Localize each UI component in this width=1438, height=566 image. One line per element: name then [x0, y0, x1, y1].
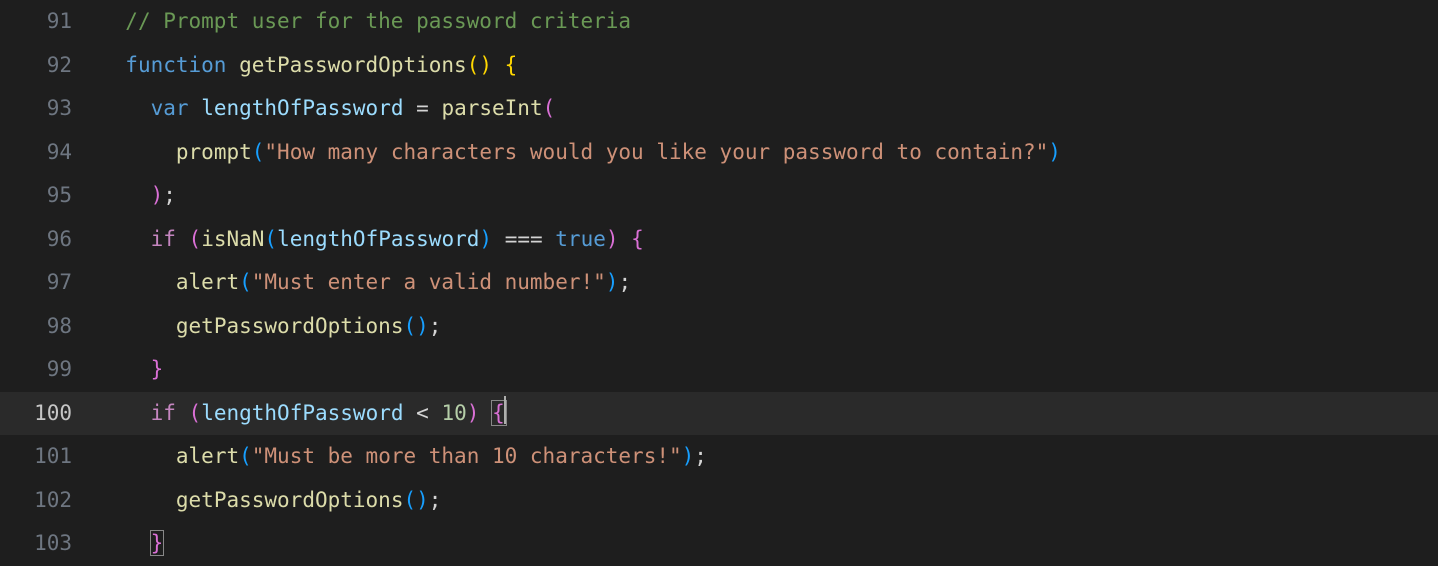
code-token: [619, 227, 632, 251]
code-token: {: [491, 400, 507, 426]
code-token: (: [264, 227, 277, 251]
code-token: alert: [176, 444, 239, 468]
code-token: (: [252, 140, 265, 164]
code-area[interactable]: // Prompt user for the password criteria…: [100, 0, 1438, 566]
code-token: function: [125, 53, 226, 77]
code-line[interactable]: if (isNaN(lengthOfPassword) === true) {: [100, 218, 1438, 262]
code-token: ): [151, 183, 164, 207]
code-token: {: [505, 53, 518, 77]
code-token: if: [151, 401, 176, 425]
code-token: "How many characters would you like your…: [264, 140, 1048, 164]
code-token: getPasswordOptions: [176, 314, 404, 338]
code-token: if: [151, 227, 176, 251]
code-token: (: [403, 488, 416, 512]
line-number: 96: [0, 218, 72, 262]
code-token: ): [416, 314, 429, 338]
code-token: getPasswordOptions: [239, 53, 467, 77]
line-number: 95: [0, 174, 72, 218]
code-token: (: [239, 444, 252, 468]
code-token: ;: [429, 488, 442, 512]
code-token: ): [479, 53, 492, 77]
code-token: (: [239, 270, 252, 294]
code-token: [492, 227, 505, 251]
code-line[interactable]: var lengthOfPassword = parseInt(: [100, 87, 1438, 131]
code-token: ): [1048, 140, 1061, 164]
code-token: // Prompt user for the password criteria: [125, 9, 631, 33]
code-token: [543, 227, 556, 251]
code-line[interactable]: alert("Must enter a valid number!");: [100, 261, 1438, 305]
code-token: ): [416, 488, 429, 512]
code-token: [492, 53, 505, 77]
code-line[interactable]: function getPasswordOptions() {: [100, 44, 1438, 88]
line-number: 100: [0, 392, 72, 436]
code-token: [429, 401, 442, 425]
code-token: }: [150, 530, 165, 556]
code-token: ): [606, 270, 619, 294]
line-number: 101: [0, 435, 72, 479]
code-token: (: [543, 96, 556, 120]
code-token: ===: [505, 227, 543, 251]
line-number: 92: [0, 44, 72, 88]
line-number: 97: [0, 261, 72, 305]
code-token: [176, 401, 189, 425]
line-number: 91: [0, 0, 72, 44]
code-token: "Must enter a valid number!": [252, 270, 606, 294]
code-token: isNaN: [201, 227, 264, 251]
code-token: ): [682, 444, 695, 468]
code-line[interactable]: }: [100, 522, 1438, 566]
code-token: =: [416, 96, 429, 120]
line-number: 102: [0, 479, 72, 523]
code-token: parseInt: [441, 96, 542, 120]
code-token: [226, 53, 239, 77]
code-line[interactable]: prompt("How many characters would you li…: [100, 131, 1438, 175]
code-token: [403, 96, 416, 120]
code-token: getPasswordOptions: [176, 488, 404, 512]
code-token: (: [189, 401, 202, 425]
code-token: [429, 96, 442, 120]
code-token: [404, 401, 417, 425]
line-number: 93: [0, 87, 72, 131]
code-token: lengthOfPassword: [277, 227, 479, 251]
line-number-gutter: 919293949596979899100101102103: [0, 0, 100, 566]
code-token: lengthOfPassword: [201, 401, 403, 425]
code-token: (: [467, 53, 480, 77]
line-number: 99: [0, 348, 72, 392]
code-token: ): [479, 227, 492, 251]
code-token: }: [151, 357, 164, 381]
code-token: [176, 227, 189, 251]
code-token: ;: [163, 183, 176, 207]
code-token: ;: [429, 314, 442, 338]
code-token: alert: [176, 270, 239, 294]
code-token: "Must be more than 10 characters!": [252, 444, 682, 468]
line-number: 98: [0, 305, 72, 349]
code-token: var: [151, 96, 189, 120]
line-number: 94: [0, 131, 72, 175]
code-token: ): [606, 227, 619, 251]
code-line[interactable]: getPasswordOptions();: [100, 305, 1438, 349]
code-token: ;: [694, 444, 707, 468]
code-line[interactable]: );: [100, 174, 1438, 218]
code-line[interactable]: }: [100, 348, 1438, 392]
code-token: prompt: [176, 140, 252, 164]
code-token: [189, 96, 202, 120]
code-line[interactable]: getPasswordOptions();: [100, 479, 1438, 523]
code-token: true: [555, 227, 606, 251]
code-editor[interactable]: 919293949596979899100101102103 // Prompt…: [0, 0, 1438, 566]
code-token: <: [416, 401, 429, 425]
code-line[interactable]: if (lengthOfPassword < 10) {: [100, 392, 1438, 436]
code-line[interactable]: alert("Must be more than 10 characters!"…: [100, 435, 1438, 479]
code-line[interactable]: // Prompt user for the password criteria: [100, 0, 1438, 44]
code-token: 10: [441, 401, 466, 425]
code-token: (: [403, 314, 416, 338]
code-token: lengthOfPassword: [201, 96, 403, 120]
code-token: (: [189, 227, 202, 251]
code-token: {: [631, 227, 644, 251]
line-number: 103: [0, 522, 72, 566]
code-token: ;: [618, 270, 631, 294]
code-token: ): [467, 401, 480, 425]
